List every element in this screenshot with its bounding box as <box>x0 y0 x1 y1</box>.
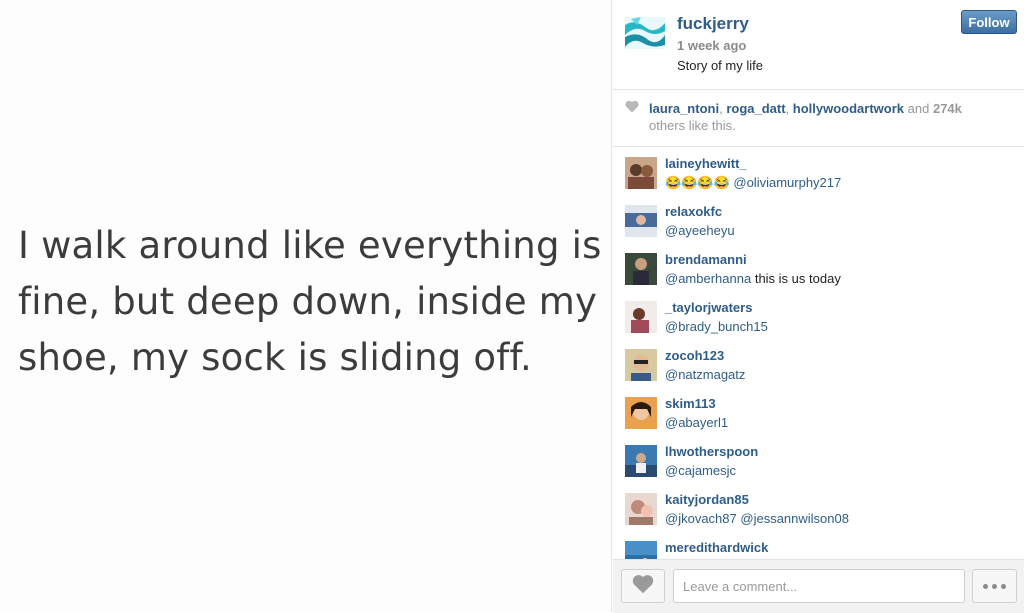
comment-text: @abayerl1 <box>665 415 728 430</box>
comment-username[interactable]: laineyhewitt_ <box>665 156 747 171</box>
list-item: kaityjordan85 @jkovach87 @jessannwilson0… <box>613 483 1024 531</box>
comment-mention[interactable]: @jessannwilson08 <box>740 511 849 526</box>
comment-mention[interactable]: @jkovach87 <box>665 511 737 526</box>
avatar[interactable] <box>625 397 657 429</box>
post-image-text: I walk around like everything is fine, b… <box>18 224 602 379</box>
comment-username[interactable]: meredithardwick <box>665 540 768 555</box>
post-image: I walk around like everything is fine, b… <box>0 0 612 612</box>
comment-mention[interactable]: @abayerl1 <box>665 415 728 430</box>
likes-text: laura_ntoni, roga_datt, hollywoodartwork… <box>649 101 962 133</box>
avatar[interactable] <box>625 157 657 189</box>
comment-body: this is us today <box>754 271 841 286</box>
owner-avatar[interactable] <box>625 17 665 49</box>
comment-text: 😂😂😂😂 @oliviamurphy217 <box>665 175 841 191</box>
owner-username[interactable]: fuckjerry <box>677 14 749 34</box>
list-item: skim113 @abayerl1 <box>613 387 1024 435</box>
comment-username[interactable]: relaxokfc <box>665 204 722 219</box>
post-timestamp[interactable]: 1 week ago <box>677 38 746 53</box>
list-item: laineyhewitt_ 😂😂😂😂 @oliviamurphy217 <box>613 147 1024 195</box>
comment-text: @natzmagatz <box>665 367 745 382</box>
comment-list: laineyhewitt_ 😂😂😂😂 @oliviamurphy217 rela… <box>613 147 1024 559</box>
avatar[interactable] <box>625 445 657 477</box>
comment-mention[interactable]: @natzmagatz <box>665 367 745 382</box>
list-item: _taylorjwaters @brady_bunch15 <box>613 291 1024 339</box>
list-item: meredithardwick <box>613 531 1024 559</box>
comment-text: @ayeeheyu <box>665 223 735 238</box>
more-options-icon <box>983 583 988 589</box>
comment-text: @amberhanna this is us today <box>665 271 841 286</box>
comment-username[interactable]: zocoh123 <box>665 348 724 363</box>
post-sidebar: fuckjerry 1 week ago Story of my life Fo… <box>613 0 1024 613</box>
likes-others: others like this. <box>649 118 736 133</box>
list-item: lhwotherspoon @cajamesjc <box>613 435 1024 483</box>
comment-username[interactable]: kaityjordan85 <box>665 492 749 507</box>
avatar[interactable] <box>625 349 657 381</box>
heart-icon <box>632 574 654 599</box>
more-options-button[interactable] <box>972 569 1017 603</box>
liker-username[interactable]: laura_ntoni <box>649 101 719 116</box>
likes-count[interactable]: 274k <box>933 101 962 116</box>
liker-username[interactable]: hollywoodartwork <box>793 101 904 116</box>
comment-mention[interactable]: @brady_bunch15 <box>665 319 768 334</box>
comment-input[interactable] <box>673 569 965 603</box>
comment-username[interactable]: lhwotherspoon <box>665 444 758 459</box>
comment-footer <box>613 559 1024 613</box>
avatar[interactable] <box>625 541 657 559</box>
comment-text: @cajamesjc <box>665 463 736 478</box>
comment-mention[interactable]: @amberhanna <box>665 271 751 286</box>
comment-mention[interactable]: @oliviamurphy217 <box>733 175 841 190</box>
comment-text: @jkovach87 @jessannwilson08 <box>665 511 849 526</box>
avatar[interactable] <box>625 205 657 237</box>
comment-mention[interactable]: @cajamesjc <box>665 463 736 478</box>
avatar[interactable] <box>625 301 657 333</box>
list-item: brendamanni @amberhanna this is us today <box>613 243 1024 291</box>
post-caption: Story of my life <box>677 58 763 73</box>
emoji-text: 😂😂😂😂 <box>665 175 730 190</box>
more-options-icon <box>1001 583 1006 589</box>
comment-username[interactable]: brendamanni <box>665 252 747 267</box>
like-button[interactable] <box>621 569 665 603</box>
liker-username[interactable]: roga_datt <box>726 101 785 116</box>
likes-and: and <box>907 101 930 116</box>
avatar[interactable] <box>625 253 657 285</box>
heart-icon <box>625 100 639 118</box>
list-item: relaxokfc @ayeeheyu <box>613 195 1024 243</box>
comment-text: @brady_bunch15 <box>665 319 768 334</box>
comment-username[interactable]: skim113 <box>665 396 716 411</box>
comment-username[interactable]: _taylorjwaters <box>665 300 752 315</box>
list-item: zocoh123 @natzmagatz <box>613 339 1024 387</box>
avatar[interactable] <box>625 493 657 525</box>
more-options-icon <box>992 583 997 589</box>
follow-button[interactable]: Follow <box>961 10 1017 34</box>
likes-summary: laura_ntoni, roga_datt, hollywoodartwork… <box>613 90 1024 147</box>
post-header: fuckjerry 1 week ago Story of my life Fo… <box>613 0 1024 90</box>
comment-mention[interactable]: @ayeeheyu <box>665 223 735 238</box>
